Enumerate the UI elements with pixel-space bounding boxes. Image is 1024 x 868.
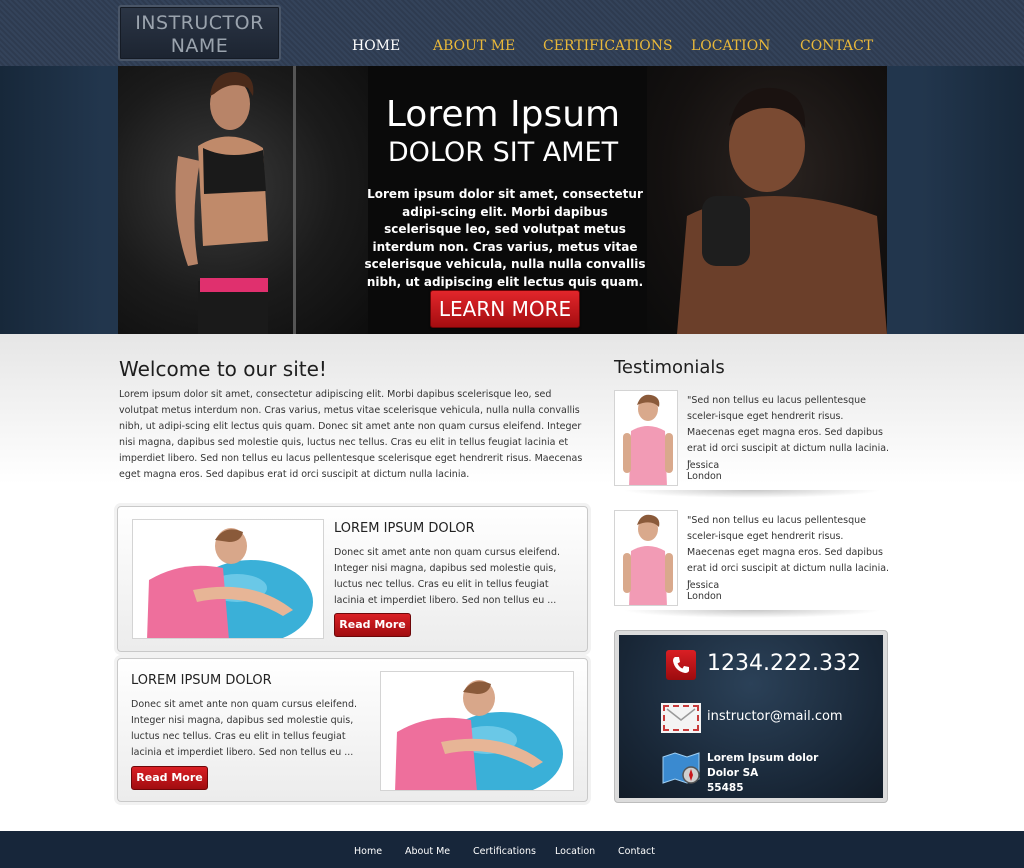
phone-icon — [666, 650, 696, 680]
address-line-2: Dolor SA — [707, 767, 759, 779]
footer-link-location[interactable]: Location — [555, 846, 595, 857]
address-line-1: Lorem Ipsum dolor — [707, 752, 819, 764]
card-2-title: LOREM IPSUM DOLOR — [131, 673, 272, 688]
hero-title: Lorem Ipsum — [385, 94, 621, 135]
card-photo-ball — [380, 671, 574, 791]
contact-phone[interactable]: 1234.222.332 — [707, 651, 861, 676]
envelope-icon — [661, 703, 701, 733]
header-bar: INSTRUCTOR NAME HOME ABOUT ME CERTIFICAT… — [0, 0, 1024, 66]
feature-card-1: LOREM IPSUM DOLOR Donec sit amet ante no… — [117, 506, 588, 652]
card-1-read-more-button[interactable]: Read More — [334, 613, 411, 637]
footer-link-about-me[interactable]: About Me — [405, 846, 450, 857]
card-2-text: Donec sit amet ante non quam cursus elei… — [131, 699, 358, 758]
learn-more-button[interactable]: LEARN MORE — [430, 290, 580, 328]
contact-email[interactable]: instructor@mail.com — [707, 709, 843, 724]
contact-box: 1234.222.332 instructor@mail.com Lorem I… — [614, 630, 888, 803]
welcome-text: Lorem ipsum dolor sit amet, consectetur … — [119, 389, 583, 480]
testimonial-1-author: Jessica London — [687, 460, 722, 482]
hero-text: Lorem ipsum dolor sit amet, consectetur … — [364, 187, 646, 289]
testimonial-avatar — [614, 390, 678, 486]
footer-link-contact[interactable]: Contact — [618, 846, 655, 857]
hero-banner: Lorem Ipsum DOLOR SIT AMET Lorem ipsum d… — [118, 66, 887, 334]
testimonial-2: "Sed non tellus eu lacus pellentesque sc… — [614, 510, 890, 618]
hero-image-man — [647, 66, 887, 334]
nav-about-me[interactable]: ABOUT ME — [433, 38, 515, 54]
contact-panel: 1234.222.332 instructor@mail.com Lorem I… — [619, 635, 883, 798]
testimonials-heading: Testimonials — [614, 357, 725, 378]
footer-link-home[interactable]: Home — [354, 846, 382, 857]
hero-subtitle: DOLOR SIT AMET — [387, 137, 619, 168]
logo-line-2: NAME — [170, 35, 229, 57]
divider-shadow — [622, 490, 882, 498]
map-icon — [661, 751, 703, 785]
testimonial-1-city: London — [687, 471, 722, 482]
testimonial-avatar — [614, 510, 678, 606]
feature-card-2: LOREM IPSUM DOLOR Donec sit amet ante no… — [117, 658, 588, 802]
nav-contact[interactable]: CONTACT — [800, 38, 873, 54]
card-2-read-more-button[interactable]: Read More — [131, 766, 208, 790]
divider-shadow — [622, 610, 882, 618]
contact-address: Lorem Ipsum dolor Dolor SA 55485 — [707, 751, 818, 796]
testimonial-2-author: Jessica London — [687, 580, 722, 602]
nav-home[interactable]: HOME — [352, 38, 400, 54]
nav-location[interactable]: LOCATION — [691, 38, 770, 54]
site-logo[interactable]: INSTRUCTOR NAME — [118, 5, 281, 61]
footer-link-certifications[interactable]: Certifications — [473, 846, 536, 857]
address-line-3: 55485 — [707, 782, 744, 794]
footer: Home About Me Certifications Location Co… — [0, 831, 1024, 868]
card-1-text: Donec sit amet ante non quam cursus elei… — [334, 547, 561, 606]
card-1-title: LOREM IPSUM DOLOR — [334, 521, 475, 536]
card-photo-ball — [132, 519, 324, 639]
nav-certifications[interactable]: CERTIFICATIONS — [543, 38, 673, 54]
testimonial-2-city: London — [687, 591, 722, 602]
logo-line-1: INSTRUCTOR — [135, 12, 264, 34]
testimonial-2-name: Jessica — [687, 580, 720, 591]
welcome-heading: Welcome to our site! — [119, 357, 327, 381]
testimonial-1: "Sed non tellus eu lacus pellentesque sc… — [614, 390, 890, 498]
testimonial-1-name: Jessica — [687, 460, 720, 471]
